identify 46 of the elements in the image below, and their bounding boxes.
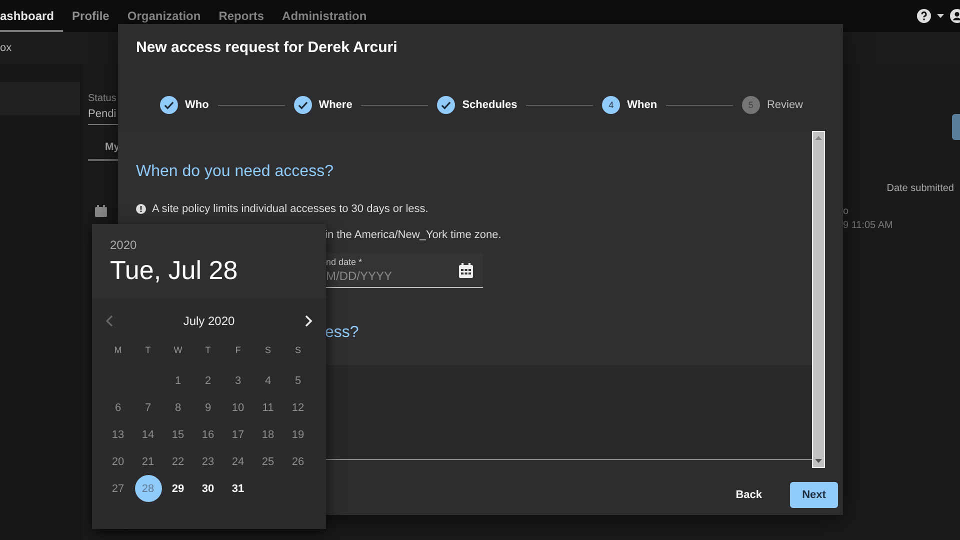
calendar-icon[interactable] [459, 262, 473, 278]
scrollbar[interactable] [812, 131, 825, 468]
nav-tab[interactable]: Profile [63, 0, 118, 32]
weekday-label: F [234, 344, 242, 357]
date-input[interactable]: M/DD/YYYY [326, 267, 436, 283]
field-label: Status [88, 93, 116, 104]
step-label: Who [185, 99, 209, 111]
back-button[interactable]: Back [724, 482, 774, 508]
nav-tab[interactable]: Administration [273, 0, 376, 32]
caret-icon[interactable] [937, 14, 944, 18]
calendar-day[interactable]: 31 [224, 475, 252, 502]
step-label: Review [766, 99, 804, 111]
calendar-day[interactable]: 29 [164, 475, 192, 502]
weekday-label: M [113, 344, 123, 357]
month-label: July 2020 [183, 314, 235, 328]
account-icon[interactable] [950, 9, 960, 23]
section-heading: ess? [325, 324, 360, 342]
table-cell-text: 9 11:05 AM [843, 220, 894, 231]
notice-text: A site policy limits individual accesses to 30 days or less. [152, 203, 428, 215]
next-button[interactable]: Next [790, 482, 838, 508]
step-label: Where [318, 99, 352, 111]
step-number: 4 [602, 96, 620, 114]
weekday-label: T [204, 344, 212, 357]
dialog-title: New access request for Derek Arcuri [135, 38, 398, 57]
weekday-label: W [172, 344, 184, 357]
arrow-down-icon[interactable] [815, 459, 822, 463]
picker-date: Tue, Jul 28 [110, 255, 239, 286]
weekday-label: S [264, 344, 272, 357]
help-icon[interactable] [917, 9, 931, 23]
field-label: nd date * [326, 257, 364, 267]
page-title: ox [0, 42, 12, 54]
weekday-label: S [294, 344, 302, 357]
weekday-label: T [144, 344, 152, 357]
nav-tab[interactable]: Organization [118, 0, 210, 32]
step-label: Schedules [462, 99, 518, 111]
nav-tab[interactable]: Reports [210, 0, 274, 32]
picker-year[interactable]: 2020 [110, 238, 308, 252]
section-heading: When do you need access? [136, 163, 334, 181]
date-field[interactable]: nd date * M/DD/YYYY [325, 253, 483, 288]
calendar-day[interactable]: 28 [134, 475, 162, 502]
step-label: When [627, 99, 658, 111]
table-cell-text: o [843, 206, 850, 217]
calendar-icon [95, 205, 107, 217]
column-header: Date submitted [886, 183, 955, 194]
info-icon [136, 204, 146, 214]
calendar-day[interactable]: 30 [194, 475, 222, 502]
